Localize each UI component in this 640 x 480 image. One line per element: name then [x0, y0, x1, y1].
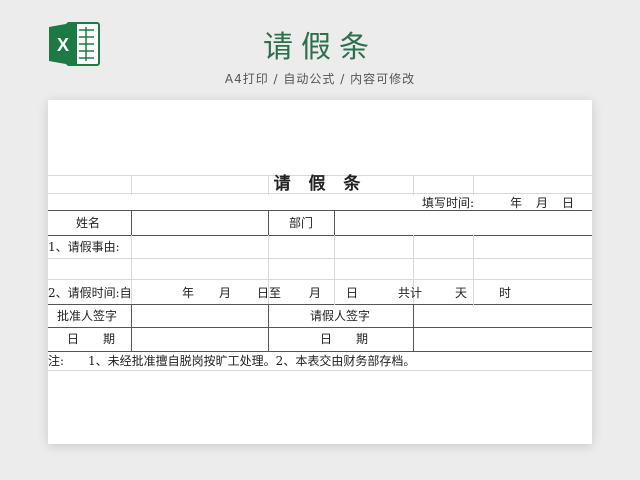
spreadsheet-sheet: 请 假 条 填写时间: 年 月 日 姓名 部门 1、请假事由: 2、请假时间:自…	[48, 100, 592, 444]
leave-time-total: 共计	[398, 286, 423, 300]
dept-label: 部门	[289, 216, 314, 230]
leave-time-days: 天	[455, 286, 468, 300]
date-right-label: 日 期	[320, 332, 369, 346]
table-border	[268, 210, 269, 235]
leave-time-month: 月	[219, 286, 232, 300]
fill-time-month: 月	[536, 196, 549, 210]
reason-cell[interactable]	[132, 236, 591, 303]
banner-subtitle: A4打印 / 自动公式 / 内容可修改	[224, 72, 416, 86]
date-left-label: 日 期	[67, 332, 116, 346]
fill-time-day: 日	[562, 196, 575, 210]
leave-time-day-to: 日至	[257, 286, 282, 300]
applicant-sign-cell[interactable]	[414, 305, 591, 326]
date-left-cell[interactable]	[132, 328, 267, 350]
leave-time-hours: 时	[499, 286, 512, 300]
name-cell[interactable]	[132, 211, 267, 234]
fill-time-year: 年	[510, 196, 523, 210]
leave-time-year: 年	[182, 286, 195, 300]
date-right-cell[interactable]	[414, 328, 591, 350]
fill-time-label: 填写时间:	[422, 196, 475, 210]
dept-cell[interactable]	[335, 211, 591, 234]
leave-time-label: 2、请假时间:自	[48, 286, 132, 300]
approver-sign-label: 批准人签字	[57, 309, 118, 323]
table-border	[48, 351, 592, 352]
leave-time-month2: 月	[309, 286, 322, 300]
form-title: 请 假 条	[273, 174, 367, 194]
approver-sign-cell[interactable]	[132, 305, 267, 326]
reason-label: 1、请假事由:	[48, 240, 120, 254]
footer-note: 注: 1、未经批准擅自脱岗按旷工处理。2、本表交由财务部存档。	[48, 354, 416, 368]
table-border	[268, 304, 269, 351]
leave-time-day2: 日	[346, 286, 359, 300]
grid-line	[48, 370, 592, 371]
name-label: 姓名	[76, 216, 101, 230]
applicant-sign-label: 请假人签字	[310, 309, 371, 323]
banner-title: 请假条	[263, 30, 377, 65]
